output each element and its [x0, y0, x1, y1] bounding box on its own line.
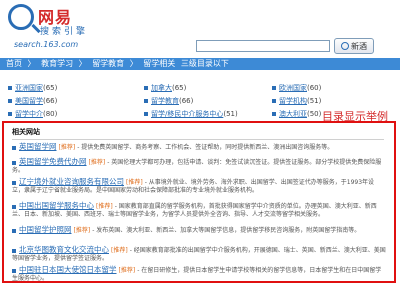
category-link[interactable]: 留学机构	[279, 97, 307, 105]
category-count: (51)	[307, 97, 322, 105]
category-item[interactable]: 加拿大(65)	[144, 84, 186, 93]
bullet-icon	[8, 99, 12, 103]
category-item[interactable]: 美国留学(66)	[8, 97, 57, 106]
breadcrumb-separator: 〉	[78, 59, 87, 68]
recommend-tag: [推荐]	[96, 203, 113, 210]
recommend-tag: [推荐]	[126, 179, 143, 186]
category-count: (65)	[172, 84, 187, 92]
category-item[interactable]: 留学教育(66)	[144, 97, 193, 106]
category-link[interactable]: 留学中介	[15, 110, 43, 118]
breadcrumb-separator: 〉	[27, 59, 36, 68]
bullet-icon	[272, 112, 276, 116]
recommend-tag: [推荐]	[111, 247, 128, 254]
related-entry: 中国出国留学服务中心 [推荐] - 国家教育部直属的留学服务机构，首批获得国家留学中…	[12, 202, 386, 219]
bullet-icon	[12, 228, 16, 233]
category-item[interactable]: 留学/移民中介服务中心(51)	[144, 110, 238, 119]
bullet-icon	[272, 99, 276, 103]
breadcrumb-study-related[interactable]: 留学相关	[143, 59, 175, 68]
logo-url: search.163.com	[14, 40, 79, 49]
breadcrumb: 首页 〉 教育学习 〉 留学教育 〉 留学相关 三级目录以下	[0, 58, 400, 70]
category-item[interactable]: 澳大利亚(50)	[272, 110, 321, 119]
recommend-tag: [推荐]	[73, 227, 91, 234]
bullet-icon	[12, 268, 16, 273]
bullet-icon	[12, 160, 16, 165]
related-entry: 英国留学网 [推荐] - 提供免费英国留学、商务考察、工作机会、签证帮助，同时提供新…	[12, 143, 386, 152]
related-entry-link[interactable]: 英国留学免费代办网	[19, 157, 87, 166]
bullet-icon	[12, 248, 16, 253]
breadcrumb-education[interactable]: 教育学习	[41, 59, 73, 68]
category-link[interactable]: 欧洲国家	[279, 84, 307, 92]
breadcrumb-home[interactable]: 首页	[6, 59, 22, 68]
related-entry-desc: - 发布英国、澳大利亚、新西兰、加拿大等国留学信息，提供留学移民咨询服务，附英国…	[92, 227, 361, 234]
related-entry-link[interactable]: 北京华图教育文化交流中心	[19, 245, 109, 254]
related-entry-link[interactable]: 中国出国留学服务中心	[19, 201, 94, 210]
breadcrumb-study-abroad[interactable]: 留学教育	[92, 59, 124, 68]
related-entry: 北京华图教育文化交流中心 [推荐] - 经国家教育部批准的出国留学中介服务机构，开展…	[12, 246, 386, 263]
bullet-icon	[12, 145, 16, 150]
related-entry-link[interactable]: 辽宁境外就业咨询服务有限公司	[19, 177, 124, 186]
related-entry-link[interactable]: 中国驻日本国大使馆日本留学	[19, 265, 117, 274]
breadcrumb-separator: 〉	[129, 59, 138, 68]
related-sites-title: 相关网站	[12, 128, 40, 136]
category-count: (51)	[223, 110, 238, 118]
magnifier-icon	[8, 4, 34, 30]
category-link[interactable]: 留学/移民中介服务中心	[151, 110, 223, 118]
related-entry-link[interactable]: 英国留学网	[19, 142, 57, 151]
related-entry: 英国留学免费代办网 [推荐] - 英国伦理大学都可办理，包括申请、谈判：免签试读沉签…	[12, 158, 386, 175]
category-count: (50)	[307, 110, 322, 118]
category-count: (65)	[43, 84, 58, 92]
related-entry: 中国留学护照网 [推荐] - 发布英国、澳大利亚、新西兰、加拿大等国留学信息，提供留…	[12, 226, 386, 235]
category-count: (80)	[43, 110, 58, 118]
recommend-tag: [推荐]	[118, 267, 136, 274]
category-item[interactable]: 亚洲国家(65)	[8, 84, 57, 93]
category-item[interactable]: 留学机构(51)	[272, 97, 321, 106]
category-link[interactable]: 亚洲国家	[15, 84, 43, 92]
site-header: 网易 搜索引擎 search.163.com 新酒	[0, 0, 400, 56]
category-item[interactable]: 留学中介(80)	[8, 110, 57, 119]
category-count: (60)	[307, 84, 322, 92]
category-count: (66)	[179, 97, 194, 105]
bullet-icon	[8, 112, 12, 116]
recommend-tag: [推荐]	[88, 159, 106, 166]
bullet-icon	[272, 86, 276, 90]
category-link[interactable]: 留学教育	[151, 97, 179, 105]
category-link[interactable]: 美国留学	[15, 97, 43, 105]
bullet-icon	[144, 99, 148, 103]
related-entry: 中国驻日本国大使馆日本留学 [推荐] - 在留日研修生，提供日本留学生申请学校等相关…	[12, 266, 386, 283]
recommend-tag: [推荐]	[58, 144, 76, 151]
related-entry-desc: - 提供免费英国留学、商务考察、工作机会、签证帮助，同时提供新西兰、澳洲出国咨询…	[77, 144, 334, 151]
related-entry: 辽宁境外就业咨询服务有限公司 [推荐] - 从事境外就业、境外劳务、海外求职、出国留…	[12, 178, 386, 195]
category-count: (66)	[43, 97, 58, 105]
bullet-icon	[8, 86, 12, 90]
site-logo[interactable]: 网易 搜索引擎 search.163.com	[8, 2, 98, 54]
breadcrumb-current: 三级目录以下	[180, 59, 229, 68]
category-link[interactable]: 加拿大	[151, 84, 172, 92]
search-button[interactable]: 新酒	[334, 38, 374, 54]
search-icon	[341, 42, 349, 50]
divider	[12, 139, 384, 140]
search-input[interactable]	[196, 40, 330, 52]
bullet-icon	[144, 86, 148, 90]
bullet-icon	[144, 112, 148, 116]
related-entry-link[interactable]: 中国留学护照网	[19, 225, 72, 234]
bullet-icon	[12, 204, 16, 209]
logo-subtitle: 搜索引擎	[40, 27, 89, 37]
bullet-icon	[12, 180, 16, 185]
category-link[interactable]: 澳大利亚	[279, 110, 307, 118]
category-item[interactable]: 欧洲国家(60)	[272, 84, 321, 93]
search-button-label: 新酒	[351, 41, 367, 51]
